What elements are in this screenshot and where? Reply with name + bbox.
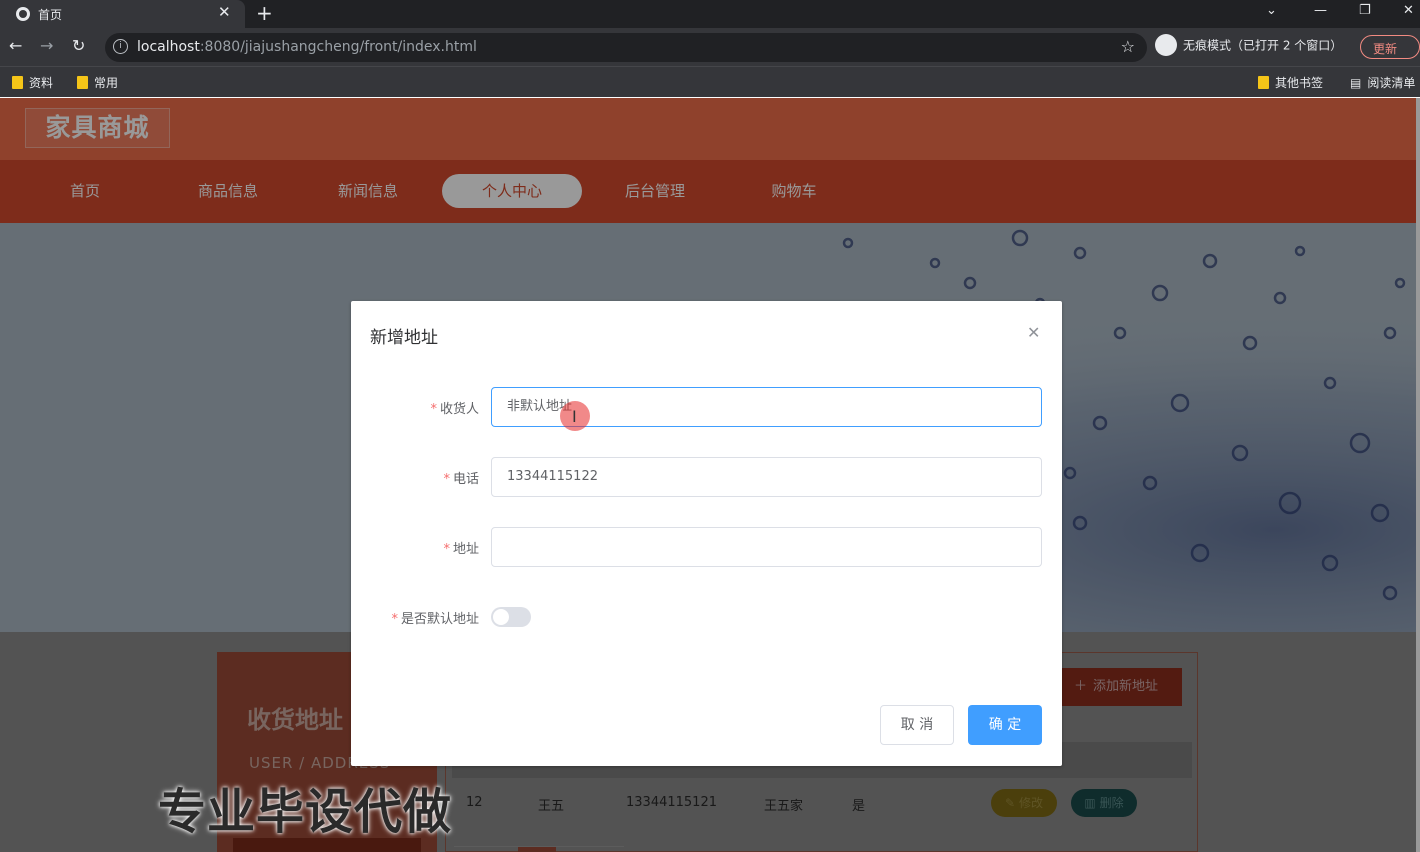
dialog-title: 新增地址: [370, 328, 438, 348]
watermark-text: 专业毕设代做: [158, 784, 453, 840]
required-mark: *: [443, 542, 450, 557]
folder-icon: [1258, 76, 1269, 89]
address-input[interactable]: [491, 527, 1042, 567]
reload-icon[interactable]: ↻: [72, 36, 85, 55]
close-icon[interactable]: ✕: [1027, 323, 1040, 342]
forward-icon[interactable]: →: [40, 36, 53, 55]
incognito-indicator[interactable]: 无痕模式（已打开 2 个窗口）: [1155, 34, 1342, 60]
tab-close-icon[interactable]: ✕: [218, 3, 231, 21]
text-cursor-icon: I: [572, 407, 577, 426]
bookmark-star-icon[interactable]: ☆: [1121, 37, 1135, 56]
phone-input[interactable]: 13344115122: [491, 457, 1042, 497]
reading-list[interactable]: ▤ 阅读清单: [1350, 74, 1415, 91]
address-label: * 地址: [443, 542, 479, 557]
confirm-button[interactable]: 确 定: [968, 705, 1042, 745]
tab-title: 首页: [38, 8, 63, 22]
browser-tab[interactable]: 首页 ✕: [0, 0, 245, 28]
bookmarks-bar: 资料 常用 其他书签 ▤ 阅读清单: [0, 66, 1420, 97]
bookmark-folder[interactable]: 常用: [77, 74, 118, 91]
cancel-button[interactable]: 取 消: [880, 705, 954, 745]
site-info-icon[interactable]: i: [113, 39, 128, 54]
restore-icon[interactable]: ❐: [1359, 3, 1371, 18]
url-text: localhost:8080/jiajushangcheng/front/ind…: [137, 39, 477, 55]
required-mark: *: [430, 402, 437, 417]
incognito-icon: [1155, 34, 1177, 56]
minimize-icon[interactable]: —: [1314, 3, 1327, 18]
required-mark: *: [443, 472, 450, 487]
globe-icon: [16, 7, 30, 21]
new-tab-button[interactable]: +: [256, 1, 273, 25]
switch-knob: [493, 609, 509, 625]
phone-label: * 电话: [443, 472, 479, 487]
bookmark-folder[interactable]: 资料: [12, 74, 53, 91]
tab-search-icon[interactable]: ⌄: [1266, 3, 1277, 18]
update-button[interactable]: 更新: [1360, 35, 1420, 59]
address-bar[interactable]: i localhost:8080/jiajushangcheng/front/i…: [105, 33, 1147, 62]
default-address-switch[interactable]: [491, 607, 531, 627]
reading-list-icon: ▤: [1350, 76, 1362, 90]
folder-icon: [12, 76, 23, 89]
other-bookmarks[interactable]: 其他书签: [1258, 74, 1323, 91]
folder-icon: [77, 76, 88, 89]
receiver-label: * 收货人: [430, 402, 479, 417]
browser-tab-strip: 首页 ✕ + ⌄ — ❐ ✕: [0, 0, 1420, 28]
add-address-dialog: 新增地址 ✕ * 收货人 非默认地址 * 电话 13344115122 * 地址 * 是…: [351, 301, 1062, 766]
browser-toolbar: ← → ↻ i localhost:8080/jiajushangcheng/f…: [0, 28, 1420, 66]
back-icon[interactable]: ←: [9, 36, 22, 55]
required-mark: *: [391, 612, 398, 627]
window-close-icon[interactable]: ✕: [1403, 3, 1414, 18]
default-address-label: * 是否默认地址: [391, 612, 479, 627]
